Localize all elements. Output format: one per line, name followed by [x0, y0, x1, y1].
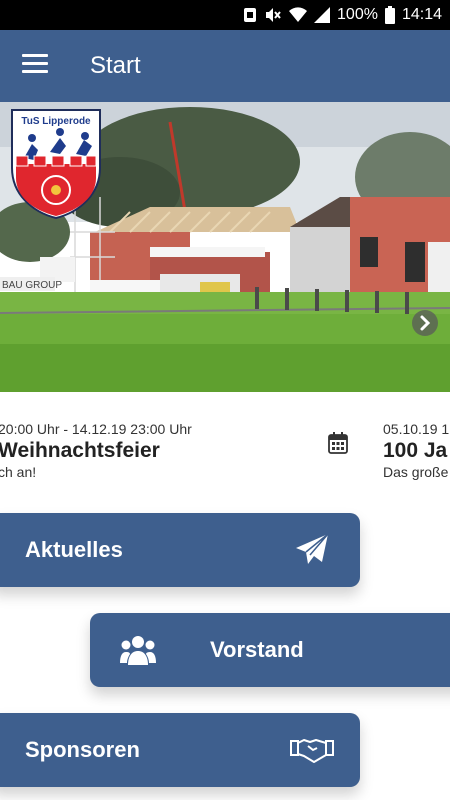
- sponsoren-label: Sponsoren: [25, 737, 140, 762]
- events-carousel[interactable]: 20:00 Uhr - 14.12.19 23:00 Uhr Weihnacht…: [0, 392, 450, 492]
- event-datetime: 20:00 Uhr - 14.12.19 23:00 Uhr: [0, 421, 192, 437]
- aktuelles-label: Aktuelles: [25, 537, 123, 562]
- mute-icon: [266, 8, 281, 22]
- handshake-icon: [290, 739, 334, 763]
- signal-icon: [314, 7, 331, 23]
- hero-slider[interactable]: BAU GROUP TuS Lipperode: [0, 102, 450, 392]
- hero-sign-text: BAU GROUP: [2, 280, 62, 291]
- paper-plane-icon: [296, 533, 329, 564]
- clock: 14:14: [401, 6, 442, 23]
- battery-level: 100%: [337, 6, 378, 23]
- club-name: TuS Lipperode: [21, 116, 91, 127]
- app-bar: Start: [0, 30, 450, 102]
- vorstand-button[interactable]: Vorstand: [90, 613, 450, 687]
- event-subtitle: ch an!: [0, 464, 37, 480]
- group-icon: [120, 636, 156, 665]
- chevron-right-icon: [420, 315, 431, 331]
- event-datetime: 05.10.19 1: [383, 421, 450, 437]
- status-bar: 100% 14:14: [0, 0, 450, 30]
- notification-icon: [244, 8, 257, 22]
- event-subtitle: Das große: [383, 464, 449, 480]
- wifi-icon: [289, 7, 308, 23]
- event-title[interactable]: Weihnachtsfeier: [0, 439, 160, 463]
- slider-next-button[interactable]: [412, 310, 438, 336]
- calendar-icon: [328, 432, 348, 454]
- battery-icon: [384, 6, 395, 24]
- page-title: Start: [90, 52, 141, 79]
- club-logo: TuS Lipperode: [11, 109, 101, 220]
- hamburger-menu-icon[interactable]: [22, 54, 48, 76]
- sponsoren-button[interactable]: Sponsoren: [0, 713, 360, 787]
- aktuelles-button[interactable]: Aktuelles: [0, 513, 360, 587]
- vorstand-label: Vorstand: [210, 637, 304, 662]
- event-title[interactable]: 100 Ja: [383, 439, 447, 463]
